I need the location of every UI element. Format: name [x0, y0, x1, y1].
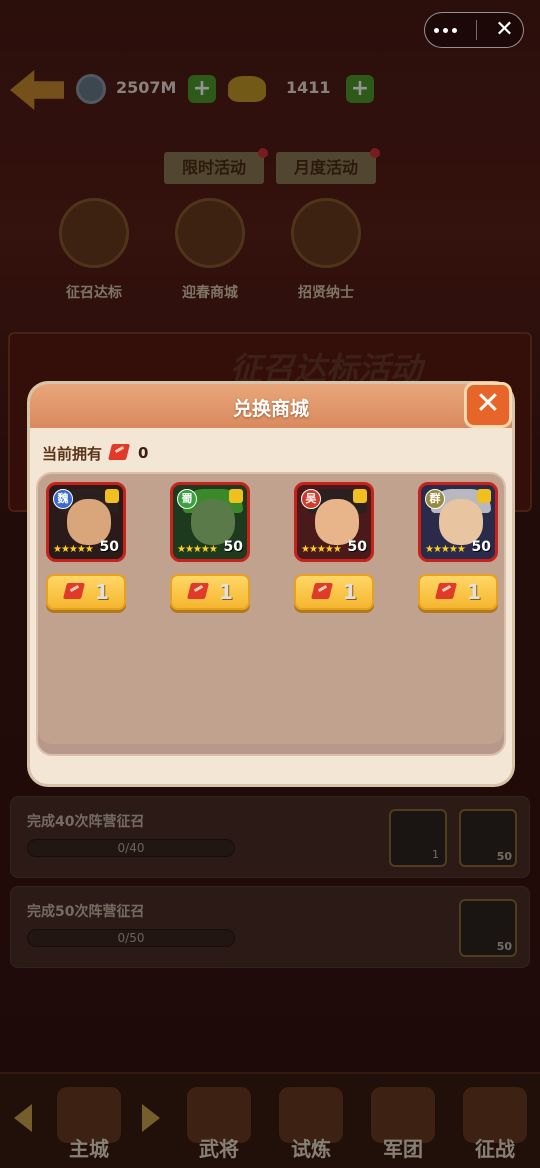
ticket-icon	[311, 581, 335, 603]
thumb-icon	[353, 489, 367, 503]
exchange-button[interactable]: 1	[170, 574, 250, 610]
hero-stars: ★★★★★	[301, 544, 342, 555]
thumb-icon	[477, 489, 491, 503]
hero-level: 50	[471, 539, 491, 555]
exchange-button[interactable]: 1	[418, 574, 498, 610]
hero-qun-portrait-icon[interactable]: 群 ★★★★★ 50	[418, 482, 498, 562]
faction-badge: 蜀	[177, 489, 197, 509]
hero-stars: ★★★★★	[177, 544, 218, 555]
mini-program-capsule: ✕	[424, 12, 524, 48]
exchange-cost: 1	[467, 580, 481, 604]
owned-label: 当前拥有	[42, 444, 103, 463]
hero-item: 蜀 ★★★★★ 50 1	[170, 482, 250, 610]
exchange-shop-modal: 兑换商城 ✕ 当前拥有 0 魏 ★★★★★ 50 1 蜀 ★★★★★ 50 1 …	[30, 382, 512, 784]
ticket-icon	[108, 442, 132, 464]
owned-currency: 当前拥有 0	[42, 442, 148, 464]
exchange-cost: 1	[219, 580, 233, 604]
thumb-icon	[105, 489, 119, 503]
faction-badge: 群	[425, 489, 445, 509]
exchange-cost: 1	[343, 580, 357, 604]
hero-shu-portrait-icon[interactable]: 蜀 ★★★★★ 50	[170, 482, 250, 562]
hero-wei-portrait-icon[interactable]: 魏 ★★★★★ 50	[46, 482, 126, 562]
hero-stars: ★★★★★	[53, 544, 94, 555]
hero-level: 50	[223, 539, 243, 555]
exchange-button[interactable]: 1	[46, 574, 126, 610]
hero-stars: ★★★★★	[425, 544, 466, 555]
hero-level: 50	[99, 539, 119, 555]
exchange-button[interactable]: 1	[294, 574, 374, 610]
faction-badge: 吴	[301, 489, 321, 509]
capsule-divider	[475, 20, 477, 40]
owned-count: 0	[138, 444, 149, 462]
modal-title: 兑换商城	[232, 398, 309, 420]
more-icon[interactable]	[434, 27, 458, 33]
hero-item: 群 ★★★★★ 50 1	[418, 482, 498, 610]
hero-item: 魏 ★★★★★ 50 1	[46, 482, 126, 610]
close-icon[interactable]: ✕	[495, 19, 513, 41]
ticket-icon	[187, 581, 211, 603]
ticket-icon	[63, 581, 87, 603]
hero-item: 吴 ★★★★★ 50 1	[294, 482, 374, 610]
faction-badge: 魏	[53, 489, 73, 509]
hero-level: 50	[347, 539, 367, 555]
modal-close-button[interactable]: ✕	[464, 382, 512, 428]
hero-wu-portrait-icon[interactable]: 吴 ★★★★★ 50	[294, 482, 374, 562]
exchange-cost: 1	[95, 580, 109, 604]
ticket-icon	[435, 581, 459, 603]
modal-header: 兑换商城	[30, 384, 512, 428]
hero-grid: 魏 ★★★★★ 50 1 蜀 ★★★★★ 50 1 吴 ★★★★★ 50 1 群…	[36, 472, 506, 756]
thumb-icon	[229, 489, 243, 503]
